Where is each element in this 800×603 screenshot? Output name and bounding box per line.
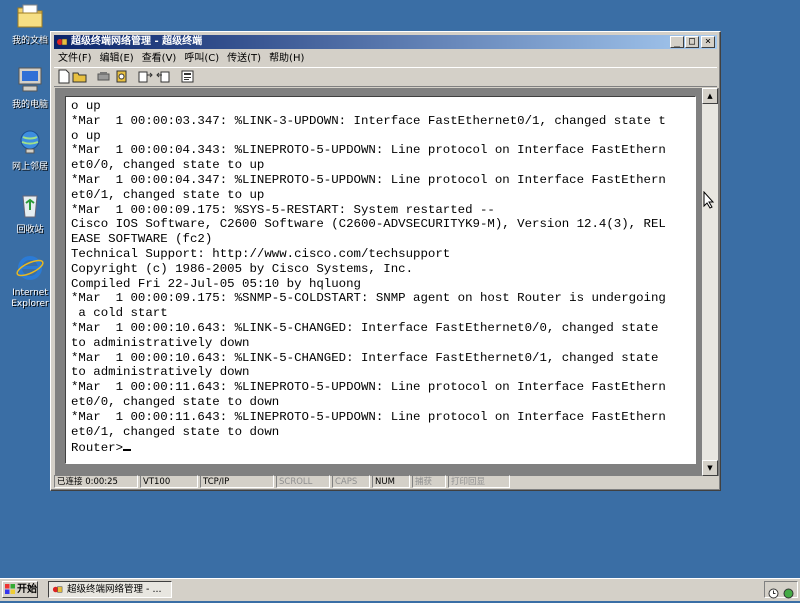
menu-transfer[interactable]: 传送(T) — [227, 53, 261, 64]
minimize-button[interactable]: _ — [670, 36, 684, 48]
terminal-line: *Mar 1 00:00:10.643: %LINK-5-CHANGED: In… — [71, 350, 659, 365]
terminal-line: to administratively down — [71, 335, 250, 350]
terminal-line: *Mar 1 00:00:09.175: %SNMP-5-COLDSTART: … — [71, 291, 666, 306]
network-places-icon — [14, 128, 46, 160]
recycle-bin-icon — [14, 191, 46, 223]
tray-clock-icon[interactable] — [768, 584, 779, 603]
menu-edit[interactable]: 编辑(E) — [100, 53, 134, 64]
open-icon[interactable] — [72, 69, 87, 84]
terminal-lines: o up *Mar 1 00:00:03.347: %LINK-3-UPDOWN… — [71, 99, 666, 439]
taskbar-item-hyperterminal[interactable]: 超级终端网络管理 - ... — [48, 581, 172, 598]
terminal-line: *Mar 1 00:00:04.347: %LINEPROTO-5-UPDOWN… — [71, 172, 666, 187]
status-print-echo: 打印回显 — [448, 475, 510, 488]
terminal-line: et0/1, changed state to down — [71, 424, 280, 439]
status-protocol: TCP/IP — [200, 475, 274, 488]
terminal-line: *Mar 1 00:00:10.643: %LINK-5-CHANGED: In… — [71, 320, 659, 335]
menu-call[interactable]: 呼叫(C) — [184, 53, 219, 64]
menu-help[interactable]: 帮助(H) — [269, 53, 304, 64]
mouse-pointer-icon — [703, 190, 715, 213]
send-icon[interactable] — [138, 69, 153, 84]
menu-view[interactable]: 查看(V) — [142, 53, 177, 64]
status-emulation: VT100 — [140, 475, 198, 488]
status-bar: 已连接 0:00:25 VT100 TCP/IP SCROLL CAPS NUM… — [54, 475, 717, 489]
terminal-line: o up — [71, 128, 101, 143]
terminal-output: o up *Mar 1 00:00:03.347: %LINK-3-UPDOWN… — [66, 97, 695, 456]
vertical-scrollbar[interactable]: ▲ ▼ — [702, 88, 718, 476]
receive-icon[interactable] — [156, 69, 171, 84]
terminal-line: Cisco IOS Software, C2600 Software (C260… — [71, 217, 666, 232]
terminal-line: et0/1, changed state to up — [71, 187, 265, 202]
terminal-line: *Mar 1 00:00:11.643: %LINEPROTO-5-UPDOWN… — [71, 380, 666, 395]
terminal-line: et0/0, changed state to down — [71, 394, 280, 409]
terminal-screen[interactable]: o up *Mar 1 00:00:03.347: %LINK-3-UPDOWN… — [65, 96, 696, 464]
terminal-line: *Mar 1 00:00:11.643: %LINEPROTO-5-UPDOWN… — [71, 409, 666, 424]
terminal-line: o up — [71, 99, 101, 113]
terminal-line: Technical Support: http://www.cisco.com/… — [71, 246, 451, 261]
terminal-line: to administratively down — [71, 365, 250, 380]
terminal-prompt: Router> — [71, 441, 124, 456]
internet-explorer-icon — [14, 254, 46, 286]
terminal-line: a cold start — [78, 306, 168, 321]
terminal-line: EASE SOFTWARE (fc2) — [71, 232, 213, 247]
terminal-line: Copyright (c) 1986-2005 by Cisco Systems… — [71, 261, 414, 276]
toolbar — [54, 67, 717, 87]
title-bar[interactable]: 超级终端网络管理 - 超级终端 _ □ × — [54, 35, 717, 49]
status-scroll: SCROLL — [276, 475, 330, 488]
window-title: 超级终端网络管理 - 超级终端 — [71, 36, 203, 47]
taskbar: 开始 超级终端网络管理 - ... — [0, 578, 800, 601]
my-computer-icon — [14, 66, 46, 98]
call-icon[interactable] — [114, 69, 129, 84]
status-num: NUM — [372, 475, 410, 488]
status-connected: 已连接 0:00:25 — [54, 475, 138, 488]
menu-file[interactable]: 文件(F) — [58, 53, 92, 64]
hyperterminal-window: 超级终端网络管理 - 超级终端 _ □ × 文件(F) 编辑(E) 查看(V) 呼叫(… — [50, 31, 721, 491]
terminal-line: *Mar 1 00:00:03.347: %LINK-3-UPDOWN: Int… — [71, 113, 666, 128]
close-button[interactable]: × — [701, 36, 715, 48]
scroll-up-icon[interactable]: ▲ — [702, 88, 718, 104]
status-capture: 捕获 — [412, 475, 446, 488]
start-button[interactable]: 开始 — [2, 581, 38, 598]
my-documents-icon — [14, 2, 46, 34]
windows-logo-icon — [5, 584, 15, 594]
restore-button[interactable]: □ — [685, 36, 699, 48]
properties-icon[interactable] — [180, 69, 195, 84]
taskbar-item-label: 超级终端网络管理 - ... — [67, 584, 162, 595]
system-tray — [764, 581, 798, 599]
disconnect-icon[interactable] — [96, 69, 111, 84]
hyperterminal-app-icon — [52, 584, 63, 595]
menu-bar: 文件(F) 编辑(E) 查看(V) 呼叫(C) 传送(T) 帮助(H) — [54, 51, 717, 67]
terminal-line: *Mar 1 00:00:04.343: %LINEPROTO-5-UPDOWN… — [71, 143, 666, 158]
hyperterminal-app-icon — [56, 36, 68, 48]
scroll-down-icon[interactable]: ▼ — [702, 460, 718, 476]
status-caps: CAPS — [332, 475, 370, 488]
terminal-line: et0/0, changed state to up — [71, 158, 265, 173]
terminal-line: Compiled Fri 22-Jul-05 05:10 by hqluong — [71, 276, 361, 291]
start-label: 开始 — [17, 584, 37, 595]
text-cursor — [123, 439, 132, 452]
tray-status-icon[interactable] — [783, 584, 794, 603]
new-icon[interactable] — [56, 69, 71, 84]
terminal-area: o up *Mar 1 00:00:03.347: %LINK-3-UPDOWN… — [55, 88, 720, 476]
terminal-line: *Mar 1 00:00:09.175: %SYS-5-RESTART: Sys… — [71, 202, 495, 217]
